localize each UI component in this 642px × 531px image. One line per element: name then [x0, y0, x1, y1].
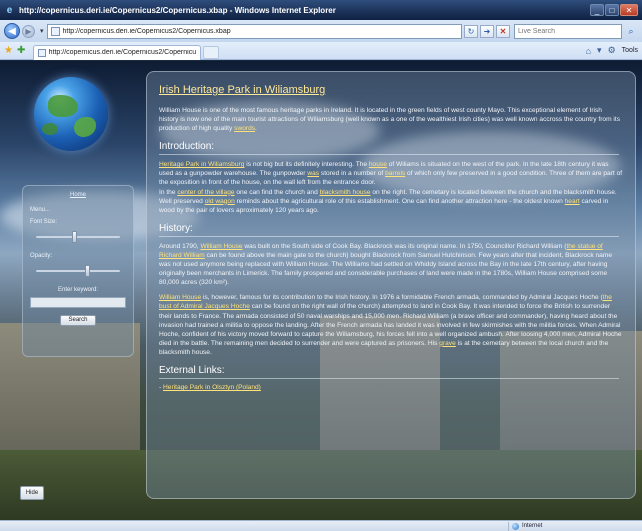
- tab-bar: ★ ✚ http://copernicus.deri.ie/Copernicus…: [0, 42, 642, 60]
- minimize-button[interactable]: _: [590, 4, 604, 16]
- stop-icon[interactable]: ✕: [496, 24, 510, 38]
- divider: [159, 377, 619, 379]
- home-icon[interactable]: ⌂: [586, 46, 591, 56]
- intro-paragraph: William House is one of the most famous …: [159, 107, 621, 133]
- browser-tab[interactable]: http://copernicus.deri.ie/Copernicus2/Co…: [33, 44, 202, 60]
- close-button[interactable]: ✕: [620, 4, 638, 16]
- divider: [159, 235, 619, 237]
- tab-page-icon: [38, 48, 46, 57]
- old-wagon-link[interactable]: old wagon: [205, 198, 235, 205]
- new-tab-button[interactable]: [203, 45, 220, 59]
- opacity-label: Opacity:: [30, 253, 53, 259]
- tools-gear-icon[interactable]: ⚙: [608, 45, 616, 56]
- opacity-slider-thumb[interactable]: [85, 265, 90, 277]
- swords-link[interactable]: swords: [234, 125, 255, 132]
- history-heading: History:: [159, 222, 193, 234]
- was-link[interactable]: was: [307, 170, 319, 177]
- blacksmith-house-link[interactable]: blacksmith house: [320, 189, 371, 196]
- address-url[interactable]: http://copernicus.deri.ie/Copernicus2/Co…: [63, 28, 458, 35]
- william-house-link[interactable]: William House: [200, 243, 242, 250]
- add-favorites-icon[interactable]: ✚: [17, 45, 25, 56]
- divider: [159, 154, 619, 156]
- introduction-paragraph-2: In the center of the village one can fin…: [159, 188, 617, 214]
- keyword-input[interactable]: [30, 297, 126, 308]
- external-links-list: - Heritage Park in Olsztyn (Poland): [159, 384, 623, 391]
- barrels-link[interactable]: barrels: [385, 170, 405, 177]
- back-button[interactable]: ◀: [4, 23, 20, 39]
- address-bar[interactable]: http://copernicus.deri.ie/Copernicus2/Co…: [46, 23, 462, 39]
- list-item: - Heritage Park in Olsztyn (Poland): [159, 383, 261, 391]
- introduction-heading: Introduction:: [159, 141, 215, 153]
- internet-explorer-icon: e: [6, 4, 13, 16]
- forward-button[interactable]: ▶: [22, 24, 35, 38]
- font-size-slider-thumb[interactable]: [72, 231, 77, 243]
- william-house-link-2[interactable]: William House: [159, 294, 201, 301]
- refresh-icon[interactable]: ↻: [464, 24, 478, 38]
- search-button[interactable]: Search: [60, 315, 96, 326]
- maximize-button[interactable]: □: [605, 4, 619, 16]
- status-bar: Internet: [0, 520, 642, 531]
- page-viewport: Home Menu... Font Size: Opacity: Enter k…: [0, 61, 642, 520]
- house-link[interactable]: house: [369, 161, 387, 168]
- live-search-box[interactable]: [514, 23, 622, 39]
- home-link[interactable]: Home: [30, 192, 126, 198]
- control-panel: Home Menu... Font Size: Opacity: Enter k…: [22, 185, 134, 357]
- security-zone[interactable]: Internet: [508, 521, 543, 531]
- menu-label[interactable]: Menu...: [30, 207, 126, 213]
- introduction-paragraph: Heritage Park in Wiliamsburg is not big …: [159, 161, 623, 187]
- favorites-star-icon[interactable]: ★: [4, 45, 13, 56]
- opacity-slider[interactable]: [36, 265, 120, 277]
- history-paragraph-2: William House is, however, famous for it…: [159, 294, 622, 356]
- grave-link[interactable]: grave: [439, 340, 456, 347]
- command-bar: ⌂ ▾ ⚙ Tools: [586, 45, 638, 56]
- live-search-input[interactable]: [518, 27, 618, 35]
- tools-menu[interactable]: Tools: [622, 47, 638, 54]
- olsztyn-link[interactable]: Heritage Park in Olsztyn (Poland): [163, 384, 261, 391]
- window-title: http://copernicus.deri.ie/Copernicus2/Co…: [19, 5, 336, 15]
- hide-button[interactable]: Hide: [20, 486, 44, 500]
- history-dropdown-icon[interactable]: ▾: [40, 27, 44, 35]
- content-panel: Irish Heritage Park in Wiliamsburg Willi…: [146, 71, 636, 499]
- page-title[interactable]: Irish Heritage Park in Wiliamsburg: [159, 84, 623, 96]
- window-title-bar: e http://copernicus.deri.ie/Copernicus2/…: [0, 0, 642, 20]
- history-paragraph-1: Around 1790, William House was built on …: [159, 242, 612, 287]
- search-icon[interactable]: ⌕: [624, 24, 638, 38]
- page-menu-icon[interactable]: ▾: [597, 45, 602, 56]
- tab-label: http://copernicus.deri.ie/Copernicus2/Co…: [48, 49, 197, 56]
- heart-link[interactable]: heart: [565, 198, 580, 205]
- font-size-slider[interactable]: [36, 231, 120, 243]
- navigation-bar: ◀ ▶ ▾ http://copernicus.deri.ie/Copernic…: [0, 20, 642, 42]
- page-icon: [50, 26, 60, 36]
- internet-zone-icon: [512, 522, 519, 530]
- keyword-label: Enter keyword:: [57, 287, 99, 293]
- village-center-link[interactable]: center of the village: [177, 189, 234, 196]
- go-icon[interactable]: ➜: [480, 24, 494, 38]
- zone-label: Internet: [522, 523, 543, 529]
- external-links-heading: External Links:: [159, 364, 225, 376]
- rotating-globe-icon[interactable]: [34, 77, 108, 151]
- heritage-park-link[interactable]: Heritage Park in Wiliamsburg: [159, 161, 244, 168]
- font-size-label: Font Size:: [30, 219, 58, 225]
